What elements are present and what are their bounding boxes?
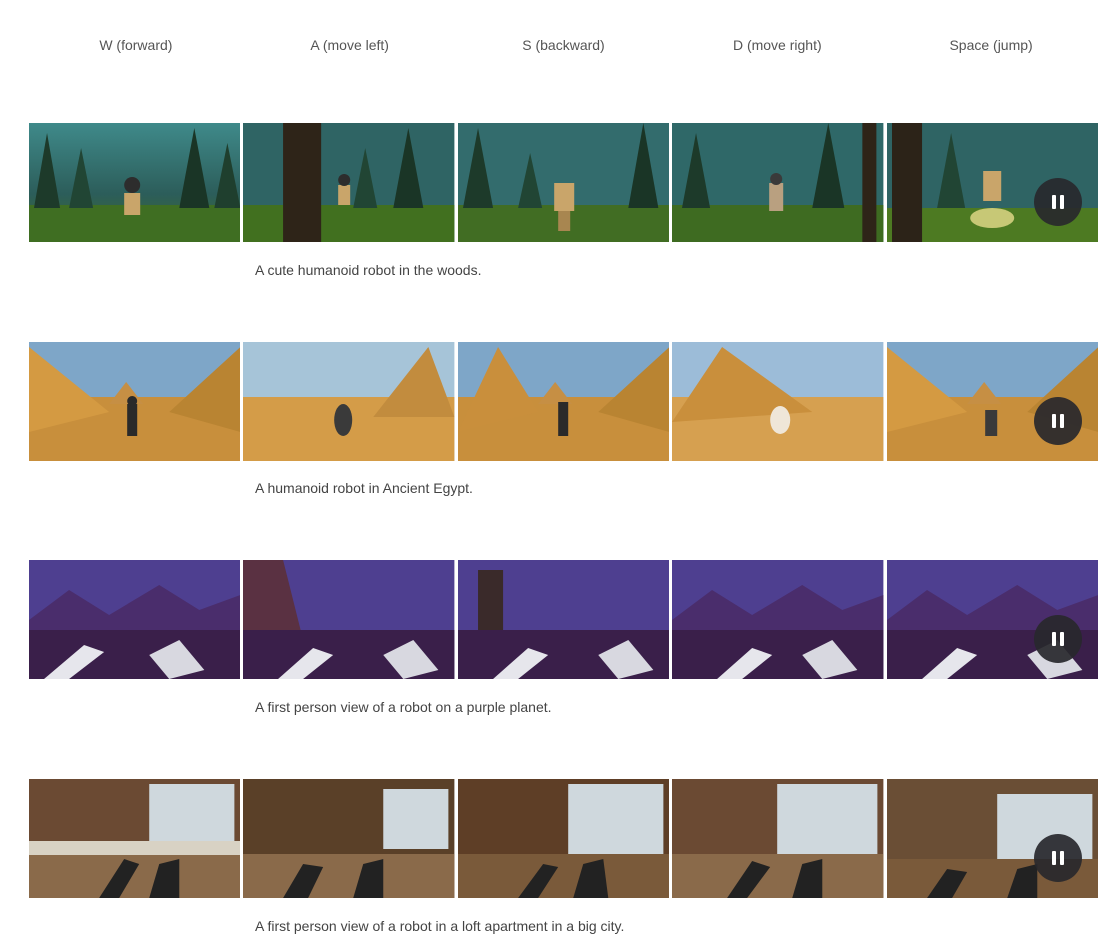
video-frame-loft-jump: [886, 779, 1098, 898]
video-frame-loft-backward: [457, 779, 670, 898]
video-frame-egypt-forward: [29, 342, 241, 461]
video-frame-purple-forward: [29, 560, 241, 679]
pause-button-loft[interactable]: [1033, 834, 1082, 882]
column-header-jump: Space (jump): [949, 37, 1033, 53]
video-frame-egypt-backward: [457, 342, 670, 461]
caption-loft: A first person view of a robot in a loft…: [255, 918, 625, 934]
caption-forest: A cute humanoid robot in the woods.: [255, 262, 482, 278]
video-row-purple: [29, 560, 1098, 679]
video-frame-purple-left: [243, 560, 455, 679]
video-frame-loft-left: [243, 779, 455, 898]
video-frame-egypt-right: [672, 342, 884, 461]
caption-purple: A first person view of a robot on a purp…: [255, 699, 552, 715]
caption-egypt: A humanoid robot in Ancient Egypt.: [255, 480, 473, 496]
video-frame-forest-backward: [457, 123, 670, 242]
pause-button-forest[interactable]: [1033, 178, 1082, 226]
video-row-loft: [29, 779, 1098, 898]
video-row-forest: [29, 123, 1098, 242]
pause-button-purple[interactable]: [1033, 615, 1082, 663]
video-row-egypt: [29, 342, 1098, 461]
video-frame-egypt-left: [243, 342, 455, 461]
column-header-backward: S (backward): [522, 37, 605, 53]
video-frame-purple-right: [672, 560, 884, 679]
video-frame-purple-backward: [457, 560, 670, 679]
column-header-forward: W (forward): [99, 37, 173, 53]
video-frame-forest-jump: [886, 123, 1098, 242]
controls-header: W (forward) A (move left) S (backward) D…: [29, 34, 1098, 56]
column-header-right: D (move right): [732, 37, 822, 53]
video-frame-forest-right: [672, 123, 884, 242]
video-frame-egypt-jump: [886, 342, 1098, 461]
video-frame-forest-left: [243, 123, 455, 242]
video-frame-purple-jump: [886, 560, 1098, 679]
pause-button-egypt[interactable]: [1033, 397, 1082, 445]
video-frame-loft-right: [672, 779, 884, 898]
video-frame-forest-forward: [29, 123, 241, 242]
column-header-left: A (move left): [310, 37, 389, 53]
video-frame-loft-forward: [29, 779, 241, 898]
